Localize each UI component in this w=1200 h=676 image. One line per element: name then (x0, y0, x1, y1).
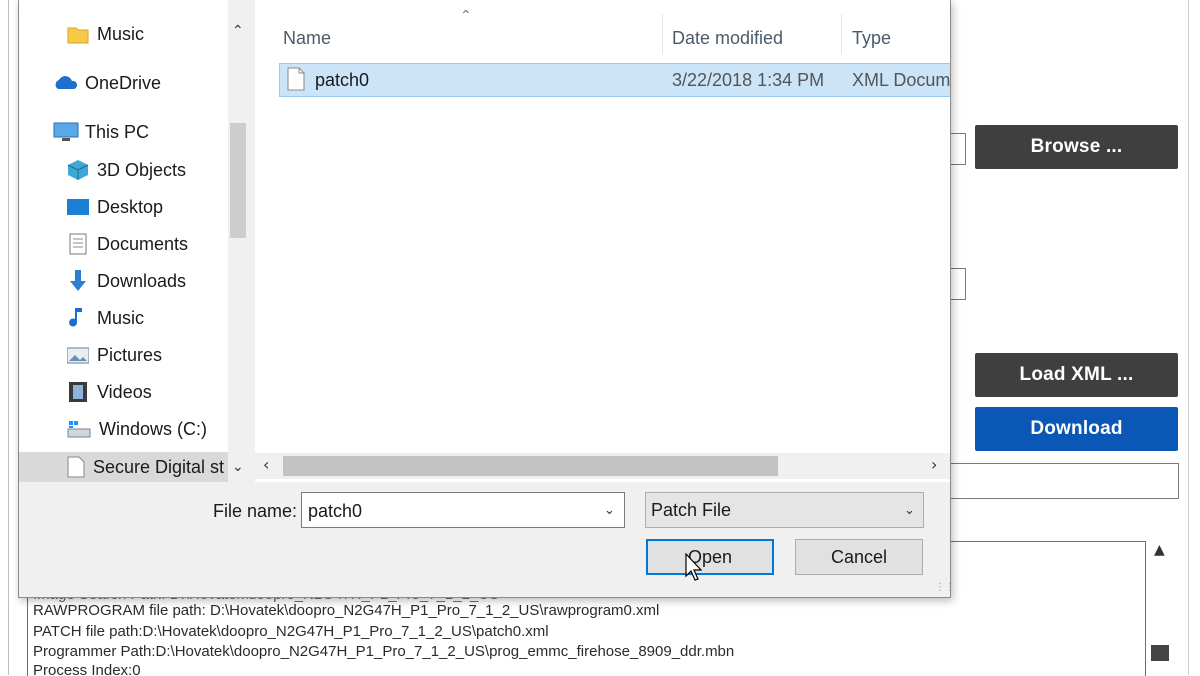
documents-icon (69, 233, 87, 255)
download-button[interactable]: Download (975, 407, 1178, 451)
log-scroll-up-icon[interactable]: ▲ (1154, 542, 1165, 558)
horizontal-scrollbar-thumb[interactable] (283, 456, 778, 476)
computer-icon (53, 122, 79, 141)
log-line: Programmer Path:D:\Hovatek\doopro_N2G47H… (33, 643, 735, 660)
chevron-down-icon[interactable]: ⌄ (604, 503, 615, 518)
log-scroll-thumb[interactable] (1151, 645, 1169, 661)
load-xml-button[interactable]: Load XML ... (975, 353, 1178, 397)
nav-item-music[interactable]: Music (67, 303, 144, 333)
window-edge-right (1188, 0, 1189, 675)
sd-card-icon (67, 456, 85, 478)
cube-icon (67, 160, 89, 180)
nav-item-music-pinned[interactable]: Music (67, 19, 144, 49)
file-row-selected[interactable] (279, 63, 950, 97)
open-button[interactable]: Open (646, 539, 774, 575)
nav-item-label: Pictures (97, 344, 163, 365)
browse-button[interactable]: Browse ... (975, 125, 1178, 169)
music-note-icon (69, 308, 82, 327)
file-name-value[interactable]: patch0 (308, 501, 362, 522)
nav-item-this-pc[interactable]: This PC (53, 117, 149, 147)
nav-item-3d-objects[interactable]: 3D Objects (67, 155, 186, 185)
log-line: PATCH file path:D:\Hovatek\doopro_N2G47H… (33, 623, 549, 640)
nav-item-documents[interactable]: Documents (67, 229, 188, 259)
nav-item-label: Desktop (97, 196, 164, 217)
cloud-icon (55, 76, 78, 89)
nav-item-label: 3D Objects (97, 159, 187, 180)
nav-item-label: Documents (97, 233, 189, 254)
mouse-cursor-icon (685, 553, 703, 581)
nav-item-pictures[interactable]: Pictures (67, 340, 162, 370)
column-header-name[interactable]: Name (283, 20, 331, 56)
chevron-right-icon[interactable]: › (931, 455, 937, 474)
column-separator[interactable] (662, 14, 663, 54)
column-header-type[interactable]: Type (852, 20, 891, 56)
pictures-icon (67, 347, 89, 364)
nav-item-label: Music (97, 307, 145, 328)
nav-item-label: Music (97, 23, 145, 44)
nav-item-label: Videos (97, 381, 152, 402)
film-icon (69, 382, 87, 402)
nav-item-label: OneDrive (85, 72, 162, 93)
desktop-icon (67, 199, 89, 215)
cancel-button[interactable]: Cancel (795, 539, 923, 575)
nav-item-label: Secure Digital st (93, 456, 225, 477)
file-list: ⌃ Name Date modified Type patch0 3/22/20… (255, 0, 950, 482)
nav-item-windows-c[interactable]: Windows (C:) (67, 414, 207, 444)
nav-item-label: This PC (85, 121, 150, 142)
nav-item-label: Windows (C:) (99, 418, 208, 439)
window-edge (8, 0, 9, 675)
horizontal-scrollbar[interactable]: ‹ › (255, 453, 950, 479)
nav-scrollbar[interactable] (228, 0, 250, 482)
nav-item-videos[interactable]: Videos (67, 377, 152, 407)
column-header-date-modified[interactable]: Date modified (672, 20, 783, 56)
folder-icon (67, 27, 89, 44)
file-type-value[interactable]: Patch File (651, 500, 731, 521)
chevron-down-icon[interactable]: ⌄ (232, 458, 244, 475)
nav-item-downloads[interactable]: Downloads (67, 266, 186, 296)
file-icon (287, 67, 305, 91)
chevron-left-icon[interactable]: ‹ (263, 455, 269, 474)
file-name-input[interactable]: patch0 ⌄ (301, 492, 625, 528)
log-line: Process Index:0 (33, 662, 141, 676)
download-arrow-icon (70, 270, 86, 291)
nav-item-label: Downloads (97, 270, 187, 291)
file-name-label: File name: (213, 501, 298, 521)
file-name-cell[interactable]: patch0 (315, 70, 369, 91)
file-type-select[interactable]: Patch File ⌄ (645, 492, 924, 528)
log-line: RAWPROGRAM file path: D:\Hovatek\doopro_… (33, 602, 660, 619)
sort-ascending-icon: ⌃ (460, 8, 472, 24)
drive-icon (67, 421, 91, 438)
nav-item-onedrive[interactable]: OneDrive (53, 68, 161, 98)
xml-path-field[interactable] (940, 463, 1179, 499)
nav-item-secure-digital[interactable]: Secure Digital st (19, 452, 250, 482)
chevron-up-icon[interactable]: ⌃ (232, 22, 244, 39)
chevron-down-icon[interactable]: ⌄ (904, 503, 915, 518)
navigation-pane: Music OneDrive This PC 3D Objects Deskto… (19, 0, 250, 482)
resize-grip-icon[interactable]: ⋮⋮ (935, 582, 950, 593)
column-separator[interactable] (841, 14, 842, 54)
open-file-dialog: Music OneDrive This PC 3D Objects Deskto… (18, 0, 951, 598)
file-type-cell: XML Docum (852, 70, 951, 90)
file-date-cell: 3/22/2018 1:34 PM (672, 70, 825, 90)
nav-item-desktop[interactable]: Desktop (67, 192, 163, 222)
nav-scrollbar-thumb[interactable] (230, 123, 246, 238)
